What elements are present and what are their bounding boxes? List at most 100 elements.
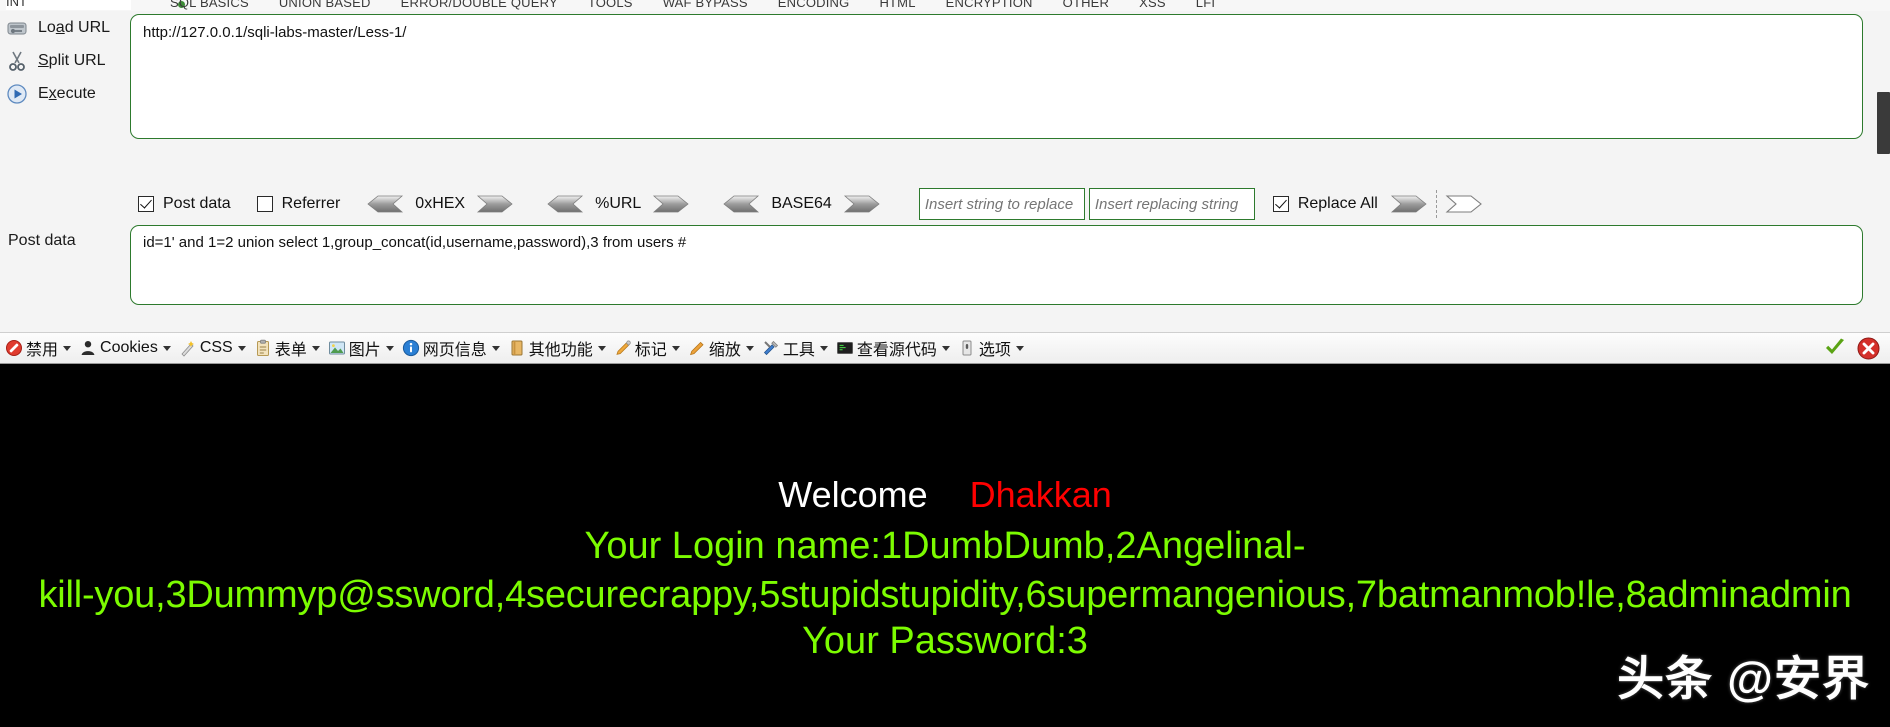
menu-item-encryption[interactable]: ENCRYPTION [946,0,1033,10]
split-url-icon [9,51,25,71]
post-data-checkbox[interactable]: Post data [138,195,231,213]
chevron-down-icon[interactable] [819,345,828,351]
menu-item-union-based[interactable]: UNION BASED [279,0,371,10]
toolbar-label-tools: 工具 [782,342,815,359]
post-data-checkbox-label: Post data [163,195,231,212]
chevron-down-icon[interactable] [311,345,320,351]
web-developer-toolbar: 禁用 Cookies CSS 表单 图片 网页信息 其他功能 标记 缩放 工具 … [0,332,1890,364]
hex-encode-arrow-icon[interactable] [476,194,514,214]
referrer-checkbox-label: Referrer [281,195,341,212]
cookie-person-icon [81,341,95,355]
toolbar-item-view-source[interactable]: 查看源代码 [834,334,956,362]
referrer-checkbox-box[interactable] [256,196,273,212]
toolbar-label-view-source: 查看源代码 [856,342,937,359]
toolbar-label-markup: 标记 [634,342,667,359]
toolbar-label-images: 图片 [348,342,381,359]
welcome-text: Welcome [778,474,928,515]
toolbar-item-forms[interactable]: 表单 [252,334,326,362]
login-name-output: Your Login name:1DumbDumb,2Angelinal- ki… [0,522,1890,620]
chevron-down-icon[interactable] [385,345,394,351]
chevron-down-icon[interactable] [745,345,754,351]
replace-all-checkbox[interactable]: Replace All [1272,195,1378,213]
base64-decode-arrow-icon[interactable] [722,194,760,214]
load-url-button[interactable]: Load URL [0,11,130,44]
toolbar-label-other-features: 其他功能 [528,342,593,359]
split-url-button[interactable]: Split URL [0,44,130,77]
options-toolbar: Post data Referrer 0xHEX %URL BASE64 Ins… [130,185,1875,223]
extra-apply-arrow-icon[interactable] [1445,194,1483,214]
execute-button[interactable]: Execute [0,77,130,110]
toolbar-item-tools[interactable]: 工具 [760,334,834,362]
menu-item-xss[interactable]: XSS [1139,0,1166,10]
base64-encode-arrow-icon[interactable] [843,194,881,214]
chevron-down-icon[interactable] [237,345,246,351]
chevron-down-icon[interactable] [597,345,606,351]
post-data-input[interactable]: id=1' and 1=2 union select 1,group_conca… [130,225,1863,305]
chevron-down-icon[interactable] [941,345,950,351]
menu-item-waf-bypass[interactable]: WAF BYPASS [663,0,748,10]
toolbar-item-zoom[interactable]: 缩放 [686,334,760,362]
execute-label: Execute [38,84,96,102]
check-mark-icon[interactable] [1823,337,1847,359]
menu-item-error-double-query[interactable]: ERROR/DOUBLE QUERY [401,0,558,10]
toolbar-item-css[interactable]: CSS [177,337,252,359]
url-value: http://127.0.0.1/sqli-labs-master/Less-1… [143,24,407,41]
chevron-down-icon[interactable] [491,345,500,351]
url-encode-arrow-icon[interactable] [652,194,690,214]
css-wand-icon [181,341,194,357]
menu-item-tools[interactable]: TOOLS [588,0,633,10]
tools-icon [763,340,778,356]
menu-item-html[interactable]: HTML [879,0,915,10]
menu-item-other[interactable]: OTHER [1063,0,1110,10]
menu-item-encoding[interactable]: ENCODING [778,0,850,10]
hackbar-browser-window: INT SQL BASICS UNION BASED ERROR/DOUBLE … [0,0,1890,727]
toolbar-item-images[interactable]: 图片 [326,334,400,362]
action-column: Load URL Split URL Execute [0,11,130,110]
toolbar-item-options[interactable]: 选项 [956,334,1030,362]
toolbar-item-disable[interactable]: 禁用 [3,334,77,362]
form-clipboard-icon [256,339,269,356]
toolbar-label-cookies: Cookies [100,339,158,356]
menu-item-lfi[interactable]: LFI [1196,0,1215,10]
url-input[interactable]: http://127.0.0.1/sqli-labs-master/Less-1… [130,14,1863,139]
replace-to-input[interactable] [1088,188,1255,220]
toolbar-label-page-info: 网页信息 [422,342,487,359]
post-data-checkbox-box[interactable] [138,196,154,212]
toolbar-label-zoom: 缩放 [708,342,741,359]
rendered-page-output: Welcome Dhakkan Your Login name:1DumbDum… [0,364,1890,727]
url-encode-label: %URL [595,195,642,212]
post-data-value: id=1' and 1=2 union select 1,group_conca… [143,234,687,251]
chevron-down-icon[interactable] [63,345,72,351]
toolbar-item-page-info[interactable]: 网页信息 [400,334,506,362]
toolbar-item-cookies[interactable]: Cookies [77,337,177,359]
url-converter-group: %URL [546,194,690,214]
referrer-checkbox[interactable]: Referrer [256,195,341,213]
password-output: Your Password:3 [802,620,1088,662]
toolbar-label-forms: 表单 [274,342,307,359]
load-url-icon [7,22,27,34]
replace-all-checkbox-box[interactable] [1272,196,1289,212]
toolbar-status-group [1823,337,1890,360]
toolbar-label-css: CSS [199,339,233,356]
vertical-scrollbar-thumb[interactable] [1877,92,1890,154]
base64-converter-group: BASE64 [722,194,880,214]
menu-item-sql-basics[interactable]: SQL BASICS [170,0,249,10]
chevron-down-icon[interactable] [1015,345,1024,351]
disable-icon [6,340,22,356]
base64-label: BASE64 [771,195,832,212]
chevron-down-icon[interactable] [671,345,680,351]
error-close-icon[interactable] [1857,337,1880,360]
url-decode-arrow-icon[interactable] [546,194,584,214]
login-name-line-1: Your Login name:1DumbDumb,2Angelinal- [584,525,1306,567]
chevron-down-icon[interactable] [162,345,171,351]
other-features-icon [511,340,523,356]
toolbar-item-other-features[interactable]: 其他功能 [506,334,612,362]
welcome-row: Welcome Dhakkan [0,474,1890,516]
user-name-text: Dhakkan [969,474,1112,515]
replace-from-input[interactable] [918,188,1085,220]
hex-decode-arrow-icon[interactable] [366,194,404,214]
execute-icon [7,83,27,104]
replace-apply-arrow-icon[interactable] [1390,194,1428,214]
watermark: 头条 @安界 [1617,652,1870,705]
toolbar-item-markup[interactable]: 标记 [612,334,686,362]
